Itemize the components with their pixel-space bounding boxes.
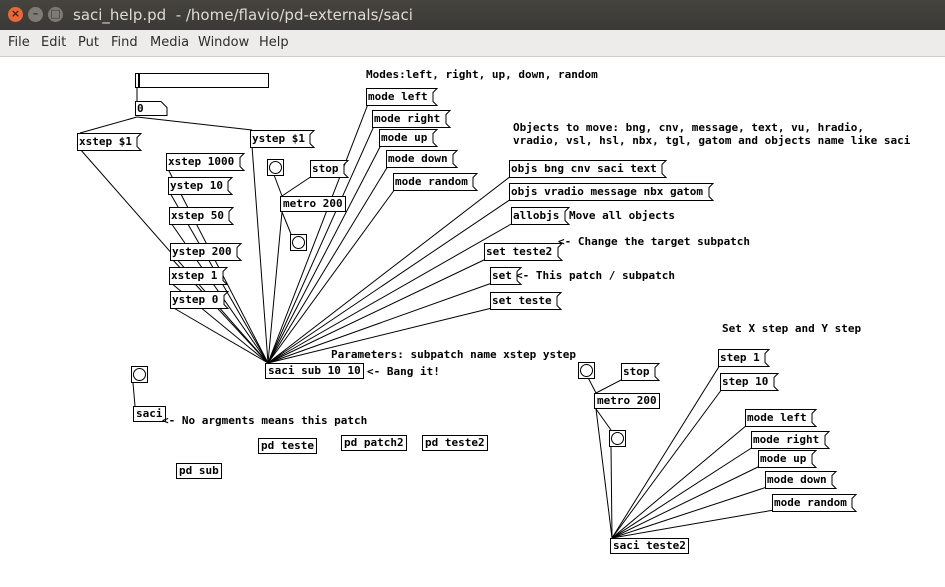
msg-mode-up[interactable]: mode up [379, 129, 439, 147]
window-title: saci_help.pd - /home/flavio/pd-externals… [73, 6, 413, 24]
number-box[interactable]: 0 [135, 101, 168, 116]
patch-cord [611, 424, 748, 539]
msg-ystep-0[interactable]: ystep 0 [170, 291, 230, 309]
msg-set-teste[interactable]: set teste [490, 292, 563, 310]
msg-ystep-200[interactable]: ystep 200 [170, 243, 243, 261]
horizontal-slider[interactable] [135, 73, 269, 88]
msg-step-1[interactable]: step 1 [718, 349, 771, 367]
title-bar: × – □ saci_help.pd - /home/flavio/pd-ext… [0, 0, 945, 30]
patch-cord [611, 486, 768, 539]
minimize-icon[interactable]: – [28, 7, 43, 22]
msg-mode-random-2[interactable]: mode random [772, 494, 858, 512]
patch-cord [136, 116, 253, 131]
bang-output[interactable] [290, 234, 307, 251]
bang-metro[interactable] [267, 159, 284, 176]
obj-metro[interactable]: metro 200 [280, 196, 346, 212]
msg-step-10[interactable]: step 10 [720, 373, 780, 391]
patch-cord [251, 145, 269, 364]
patch-cord [610, 445, 613, 539]
menu-help[interactable]: Help [259, 35, 289, 50]
menu-bar: File Edit Put Find Media Window Help [0, 30, 945, 57]
obj-pd-teste[interactable]: pd teste [258, 438, 317, 454]
menu-find[interactable]: Find [111, 35, 138, 50]
menu-window[interactable]: Window [198, 35, 249, 50]
comment-bang-it: <- Bang it! [367, 365, 440, 378]
patch-canvas[interactable]: 0 xstep $1 ystep $1 xstep 1000 ystep 10 … [0, 57, 945, 587]
close-icon[interactable]: × [8, 7, 23, 22]
patch-cord [611, 509, 775, 539]
comment-parameters: Parameters: subpatch name xstep ystep [331, 348, 577, 361]
patch-cord [611, 388, 723, 539]
comment-this-patch: <- This patch / subpatch [516, 269, 675, 282]
msg-set-teste2[interactable]: set teste2 [484, 243, 564, 261]
msg-mode-left-2[interactable]: mode left [745, 409, 818, 427]
patch-cord [281, 211, 292, 235]
comment-no-args: <- No argments means this patch [162, 414, 368, 427]
comment-modes: Modes:left, right, up, down, random [366, 68, 598, 81]
obj-metro-2[interactable]: metro 200 [594, 393, 660, 409]
msg-stop[interactable]: stop [310, 160, 350, 178]
obj-saci-sub[interactable]: saci sub 10 10 [265, 363, 364, 379]
msg-allobjs[interactable]: allobjs [511, 207, 571, 225]
patch-cord [132, 382, 136, 407]
msg-mode-up-2[interactable]: mode up [758, 450, 818, 468]
comment-change-target: <- Change the target subpatch [558, 235, 751, 248]
msg-objs-vradio[interactable]: objs vradio message nbx gatom [509, 183, 715, 201]
msg-mode-random[interactable]: mode random [393, 173, 479, 191]
menu-media[interactable]: Media [150, 35, 189, 50]
patch-cord [79, 116, 138, 134]
msg-mode-right-2[interactable]: mode right [751, 431, 831, 449]
bang-metro-2[interactable] [578, 362, 595, 379]
obj-pd-teste2[interactable]: pd teste2 [422, 435, 488, 451]
patch-cord [281, 175, 313, 197]
obj-saci[interactable]: saci [133, 406, 166, 422]
obj-pd-patch2[interactable]: pd patch2 [341, 435, 407, 451]
maximize-icon[interactable]: □ [48, 7, 63, 22]
msg-mode-right[interactable]: mode right [372, 110, 452, 128]
menu-edit[interactable]: Edit [41, 35, 66, 50]
comment-set-xy: Set X step and Y step [722, 322, 862, 335]
patch-cord [611, 446, 754, 539]
bang-output-2[interactable] [609, 430, 626, 447]
msg-mode-down-2[interactable]: mode down [765, 471, 838, 489]
msg-xstep-50[interactable]: xstep 50 [169, 207, 235, 225]
msg-mode-down[interactable]: mode down [386, 150, 459, 168]
msg-objs-bng[interactable]: objs bng cnv saci text [509, 160, 668, 178]
obj-pd-sub[interactable]: pd sub [176, 463, 222, 479]
msg-xstep-1[interactable]: xstep 1 [169, 267, 229, 285]
msg-xstep-var[interactable]: xstep $1 [77, 133, 143, 151]
msg-mode-left[interactable]: mode left [366, 88, 439, 106]
msg-ystep-var[interactable]: ystep $1 [250, 130, 316, 148]
obj-saci-teste2[interactable]: saci teste2 [610, 538, 689, 554]
patch-cord [595, 378, 624, 394]
msg-ystep-10[interactable]: ystep 10 [168, 177, 234, 195]
comment-move-all: Move all objects [569, 209, 675, 222]
menu-put[interactable]: Put [78, 35, 99, 50]
comment-objects-to-move: Objects to move: bng, cnv, message, text… [513, 121, 911, 147]
msg-xstep-1000[interactable]: xstep 1000 [166, 153, 246, 171]
menu-file[interactable]: File [8, 35, 30, 50]
msg-stop-2[interactable]: stop [621, 363, 661, 381]
bang-saci[interactable] [131, 366, 148, 383]
